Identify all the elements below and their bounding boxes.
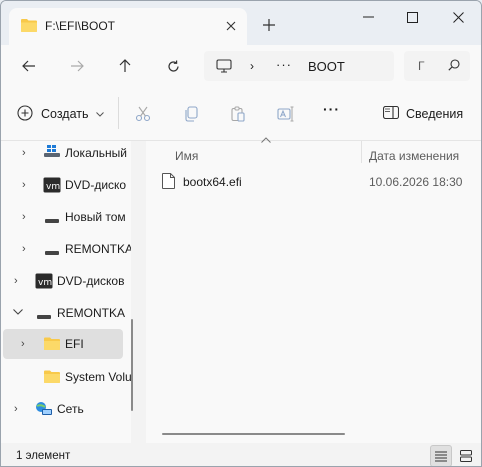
more-options-button[interactable]: ··· <box>323 101 340 117</box>
address-bar[interactable]: › ··· BOOT <box>204 51 394 81</box>
item-count: 1 элемент <box>16 450 71 462</box>
tree-item-efi[interactable]: › EFI <box>3 329 123 359</box>
create-label: Создать <box>41 107 89 121</box>
folder-icon <box>44 370 60 386</box>
search-placeholder: Г <box>418 59 425 73</box>
file-date: 10.06.2026 18:30 <box>369 175 463 189</box>
file-row[interactable]: bootx64.efi 10.06.2026 18:30 <box>158 169 478 193</box>
details-view-icon[interactable] <box>430 445 452 466</box>
monitor-icon <box>216 59 232 76</box>
title-bar: F:\EFI\BOOT <box>1 1 481 45</box>
toolbar-divider <box>118 97 119 129</box>
tree-item-local-disk[interactable]: › Локальный <box>1 141 129 168</box>
vm-disc-icon: vm <box>43 177 61 196</box>
column-header-date[interactable]: Дата изменения <box>369 149 459 163</box>
new-tab-icon[interactable] <box>259 15 279 35</box>
tree-item-remontka-2[interactable]: REMONTKA <box>1 298 129 328</box>
chevron-right-icon[interactable]: › <box>22 147 26 159</box>
tree-item-dvd-1[interactable]: › vm DVD-диско <box>1 170 129 200</box>
vm-disc-icon: vm <box>35 273 53 292</box>
details-pane-icon <box>382 105 400 122</box>
breadcrumb-separator[interactable]: › <box>250 59 254 73</box>
chevron-right-icon[interactable]: › <box>22 179 26 191</box>
folder-icon <box>21 18 37 35</box>
tree-item-label: Новый том <box>65 210 126 224</box>
breadcrumb-current[interactable]: BOOT <box>308 59 345 74</box>
tree-item-system-volume[interactable]: System Volu <box>1 362 131 392</box>
drive-icon <box>45 213 59 227</box>
forward-arrow-icon[interactable] <box>63 53 91 79</box>
svg-text:vm: vm <box>38 278 52 288</box>
drive-icon <box>37 309 51 323</box>
add-circle-icon <box>17 104 33 124</box>
rename-icon[interactable] <box>276 104 296 124</box>
tree-item-label: System Volu <box>65 370 131 384</box>
tree-item-new-volume[interactable]: › Новый том <box>1 202 129 232</box>
search-box[interactable]: Г <box>404 51 470 81</box>
horizontal-scrollbar[interactable] <box>162 433 345 435</box>
tree-item-label: DVD-диско <box>65 178 127 192</box>
chevron-right-icon[interactable]: › <box>22 211 26 223</box>
file-explorer-window: F:\EFI\BOOT › ··· BOOT Г Создать ··· Све… <box>0 0 482 467</box>
chevron-down-icon[interactable] <box>13 306 23 318</box>
tree-item-label: Локальный <box>65 146 127 160</box>
chevron-right-icon[interactable]: › <box>21 338 25 350</box>
chevron-right-icon[interactable]: › <box>14 275 18 287</box>
minimize-icon[interactable] <box>345 5 391 29</box>
create-button[interactable]: Создать <box>17 103 104 125</box>
close-tab-icon[interactable] <box>221 16 241 36</box>
up-arrow-icon[interactable] <box>111 53 139 79</box>
navigation-bar: › ··· BOOT Г <box>1 45 481 87</box>
details-button[interactable]: Сведения <box>382 105 464 122</box>
tab-title: F:\EFI\BOOT <box>45 19 116 33</box>
tree-item-label: EFI <box>65 337 84 351</box>
command-bar: Создать ··· Сведения <box>1 87 481 141</box>
file-list: Имя Дата изменения bootx64.efi 10.06.202… <box>146 137 481 443</box>
tab-current[interactable]: F:\EFI\BOOT <box>9 8 247 45</box>
status-bar: 1 элемент <box>1 443 481 466</box>
column-divider[interactable] <box>361 141 362 163</box>
chevron-right-icon[interactable]: › <box>14 403 18 415</box>
svg-text:vm: vm <box>46 182 60 192</box>
drive-icon <box>45 245 59 259</box>
folder-icon <box>44 337 60 353</box>
tree-item-label: REMONTKA <box>57 306 126 320</box>
search-icon <box>448 59 460 74</box>
paste-icon[interactable] <box>228 104 248 124</box>
tree-item-dvd-2[interactable]: › vm DVD-дисков <box>1 266 129 296</box>
chevron-down-icon <box>95 109 104 119</box>
details-label: Сведения <box>406 107 464 121</box>
back-arrow-icon[interactable] <box>15 53 43 79</box>
maximize-icon[interactable] <box>389 5 435 29</box>
tree-item-remontka-1[interactable]: › REMONTKA <box>1 234 131 264</box>
tree-item-label: DVD-дисков <box>57 274 125 288</box>
navigation-scrollbar[interactable] <box>131 319 133 411</box>
cut-icon[interactable] <box>133 104 153 124</box>
file-name: bootx64.efi <box>183 175 242 189</box>
file-icon <box>162 173 175 192</box>
close-window-icon[interactable] <box>435 5 481 29</box>
tree-item-network[interactable]: › Сеть <box>1 394 129 424</box>
tree-item-label: Сеть <box>57 402 84 416</box>
navigation-pane: › Локальный › vm DVD-диско › Новый том › <box>1 141 131 443</box>
copy-icon[interactable] <box>181 104 201 124</box>
sort-ascending-icon <box>261 135 271 146</box>
chevron-right-icon[interactable]: › <box>22 243 26 255</box>
drive-windows-icon <box>44 145 60 162</box>
tiles-view-icon[interactable] <box>455 445 477 466</box>
column-header-name[interactable]: Имя <box>175 149 198 163</box>
tree-item-label: REMONTKA <box>65 242 131 256</box>
refresh-icon[interactable] <box>159 53 187 79</box>
network-icon <box>35 401 53 420</box>
breadcrumb-overflow[interactable]: ··· <box>276 57 292 72</box>
